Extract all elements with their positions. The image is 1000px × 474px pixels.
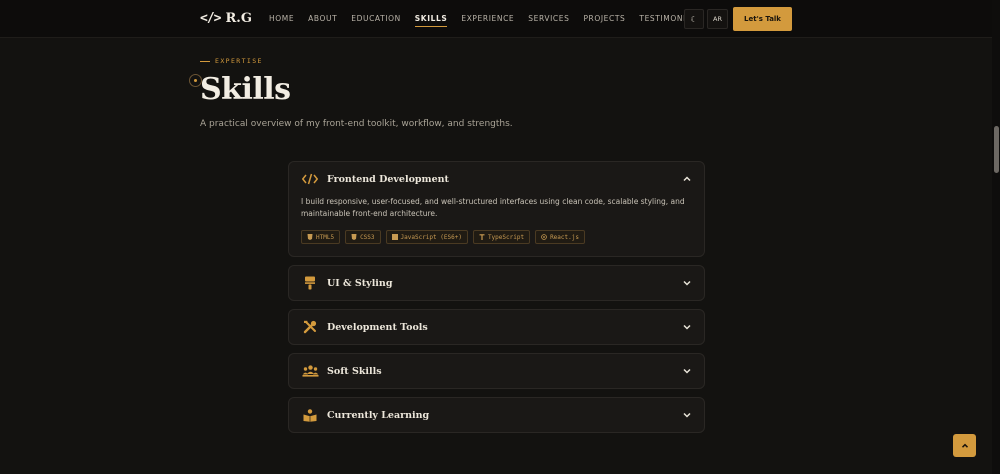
skill-panel-header[interactable]: Currently Learning bbox=[289, 398, 704, 432]
scrollbar-thumb[interactable] bbox=[994, 126, 999, 173]
nav-about[interactable]: ABOUT bbox=[308, 14, 337, 23]
nav-skills[interactable]: SKILLS bbox=[414, 14, 448, 27]
css3-icon bbox=[351, 234, 357, 240]
nav-projects[interactable]: PROJECTS bbox=[583, 14, 625, 23]
skill-panel-header[interactable]: Frontend Development bbox=[289, 162, 704, 196]
chevron-up-icon[interactable] bbox=[682, 174, 692, 184]
tag-label: JavaScript (ES6+) bbox=[400, 233, 462, 241]
tag-html5: HTML5 bbox=[301, 230, 341, 244]
language-button[interactable]: AR bbox=[707, 9, 728, 29]
skill-panel-learning: Currently Learning bbox=[288, 397, 705, 433]
nav-home[interactable]: HOME bbox=[269, 14, 294, 23]
page-subtitle: A practical overview of my front-end too… bbox=[200, 119, 513, 129]
skill-panel-title: Soft Skills bbox=[327, 365, 382, 377]
skill-panel-title: Currently Learning bbox=[327, 409, 430, 421]
tag-css3: CSS3 bbox=[345, 230, 381, 244]
logo-text: R.G bbox=[225, 11, 252, 26]
tag-label: React.js bbox=[550, 233, 579, 241]
skill-panel-header[interactable]: Development Tools bbox=[289, 310, 704, 344]
tag-react: React.js bbox=[535, 230, 585, 244]
skill-panel-dev-tools: Development Tools bbox=[288, 309, 705, 345]
html5-icon bbox=[307, 234, 313, 240]
eyebrow-text: EXPERTISE bbox=[215, 57, 263, 65]
nav-education[interactable]: EDUCATION bbox=[351, 14, 401, 23]
skill-panel-title: Frontend Development bbox=[327, 173, 449, 185]
chevron-down-icon[interactable] bbox=[682, 366, 692, 376]
page-title: Skills bbox=[200, 72, 291, 107]
logo[interactable]: </> R.G bbox=[200, 11, 252, 26]
nav-services[interactable]: SERVICES bbox=[528, 14, 569, 23]
skill-panel-soft-skills: Soft Skills bbox=[288, 353, 705, 389]
logo-code-icon: </> bbox=[200, 11, 222, 26]
tag-javascript: JavaScript (ES6+) bbox=[385, 230, 468, 244]
skill-description: I build responsive, user-focused, and we… bbox=[301, 197, 685, 218]
tools-icon bbox=[301, 320, 319, 334]
tag-label: CSS3 bbox=[360, 233, 375, 241]
tag-typescript: TypeScript bbox=[472, 230, 531, 244]
skill-panel-body: I build responsive, user-focused, and we… bbox=[289, 196, 704, 256]
react-icon bbox=[541, 234, 547, 240]
site-header: </> R.G HOME ABOUT EDUCATION SKILLS EXPE… bbox=[0, 0, 1000, 38]
page-scrollbar[interactable] bbox=[992, 0, 1000, 474]
chevron-down-icon[interactable] bbox=[682, 278, 692, 288]
skill-panel-title: Development Tools bbox=[327, 321, 428, 333]
skill-panel-frontend: Frontend Development I build responsive,… bbox=[288, 161, 705, 257]
section-eyebrow: EXPERTISE bbox=[200, 57, 263, 65]
skill-tags: HTML5 CSS3 JavaScript (ES6+) TypeScript … bbox=[301, 230, 692, 244]
chevron-up-icon bbox=[961, 443, 968, 448]
skill-panel-ui-styling: UI & Styling bbox=[288, 265, 705, 301]
back-to-top-button[interactable] bbox=[953, 434, 976, 457]
chevron-down-icon[interactable] bbox=[682, 322, 692, 332]
skills-accordion: Frontend Development I build responsive,… bbox=[288, 161, 705, 441]
typescript-icon bbox=[479, 234, 485, 240]
javascript-icon bbox=[391, 234, 398, 240]
moon-icon: ☾ bbox=[690, 14, 698, 24]
main-nav: HOME ABOUT EDUCATION SKILLS EXPERIENCE S… bbox=[269, 14, 702, 27]
theme-toggle-button[interactable]: ☾ bbox=[684, 9, 704, 29]
skill-panel-header[interactable]: UI & Styling bbox=[289, 266, 704, 300]
lets-talk-button[interactable]: Let's Talk bbox=[733, 7, 792, 31]
tag-label: HTML5 bbox=[316, 233, 335, 241]
code-icon bbox=[301, 172, 319, 186]
eyebrow-line bbox=[200, 60, 210, 62]
team-icon bbox=[301, 364, 319, 378]
paint-roller-icon bbox=[301, 276, 319, 290]
tag-label: TypeScript bbox=[487, 233, 525, 241]
book-reader-icon bbox=[301, 408, 319, 422]
chevron-down-icon[interactable] bbox=[682, 410, 692, 420]
nav-experience[interactable]: EXPERIENCE bbox=[461, 14, 514, 23]
skill-panel-header[interactable]: Soft Skills bbox=[289, 354, 704, 388]
skill-panel-title: UI & Styling bbox=[327, 277, 393, 289]
